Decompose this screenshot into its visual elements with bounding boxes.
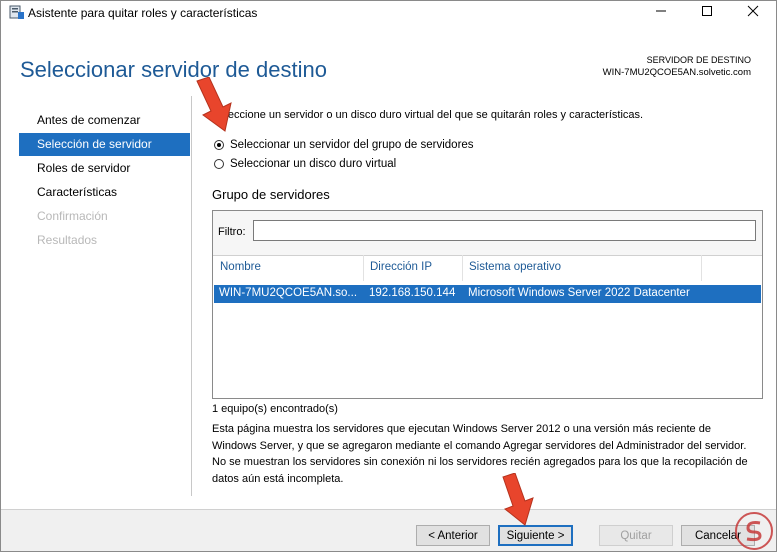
result-count: 1 equipo(s) encontrado(s)	[212, 403, 338, 415]
sidebar-item-resultados: Resultados	[37, 233, 98, 247]
annotation-arrow-icon	[495, 472, 541, 532]
server-pool-panel: Filtro: Nombre Dirección IP Sistema oper…	[212, 210, 763, 399]
sidebar-item-antes-de-comenzar[interactable]: Antes de comenzar	[19, 109, 190, 132]
column-header-ip[interactable]: Dirección IP	[370, 261, 432, 273]
wizard-window: Asistente para quitar roles y caracterís…	[0, 0, 777, 552]
back-button[interactable]: < Anterior	[416, 525, 490, 546]
radio-server-pool[interactable]: Seleccionar un servidor del grupo de ser…	[214, 137, 474, 153]
cell-ip: 192.168.150.144	[369, 287, 456, 299]
filter-bar: Filtro:	[213, 211, 762, 256]
radio-virtual-disk-label: Seleccionar un disco duro virtual	[230, 158, 397, 170]
page-title: Seleccionar servidor de destino	[20, 57, 327, 82]
column-header-sistema-operativo[interactable]: Sistema operativo	[469, 261, 561, 273]
maximize-button[interactable]	[684, 1, 730, 25]
server-pool-title: Grupo de servidores	[212, 187, 330, 202]
description-text: Seleccione un servidor o un disco duro v…	[212, 109, 644, 121]
close-icon	[747, 4, 759, 22]
server-manager-icon	[9, 5, 25, 20]
title-bar: Asistente para quitar roles y caracterís…	[1, 1, 776, 25]
remove-button: Quitar	[599, 525, 673, 546]
destination-server-name: WIN-7MU2QCOE5AN.solvetic.com	[602, 67, 751, 78]
cell-os: Microsoft Windows Server 2022 Datacenter	[468, 287, 690, 299]
sidebar-item-caracteristicas[interactable]: Características	[19, 181, 190, 204]
table-row[interactable]: WIN-7MU2QCOE5AN.so... 192.168.150.144 Mi…	[214, 285, 761, 303]
radio-virtual-disk[interactable]: Seleccionar un disco duro virtual	[214, 156, 396, 172]
sidebar-divider	[191, 96, 192, 496]
maximize-icon	[701, 4, 713, 22]
filter-input[interactable]	[253, 220, 756, 241]
column-separator[interactable]	[701, 255, 702, 281]
minimize-button[interactable]	[638, 1, 684, 25]
destination-server-label: SERVIDOR DE DESTINO	[646, 55, 751, 65]
filter-label: Filtro:	[218, 226, 246, 238]
column-separator[interactable]	[462, 255, 463, 281]
sidebar-item-roles-de-servidor[interactable]: Roles de servidor	[19, 157, 190, 180]
solvetic-logo-icon	[734, 511, 774, 551]
radio-server-pool-label: Seleccionar un servidor del grupo de ser…	[230, 139, 474, 151]
cell-name: WIN-7MU2QCOE5AN.so...	[219, 287, 358, 299]
window-title: Asistente para quitar roles y caracterís…	[28, 6, 258, 20]
sidebar-item-seleccion-de-servidor[interactable]: Selección de servidor	[19, 133, 190, 156]
column-header-nombre[interactable]: Nombre	[220, 261, 261, 273]
info-text: Esta página muestra los servidores que e…	[212, 423, 748, 485]
radio-button-unchecked[interactable]	[214, 159, 224, 169]
annotation-arrow-icon	[191, 76, 237, 138]
radio-button-checked[interactable]	[214, 140, 224, 150]
close-button[interactable]	[730, 1, 776, 25]
minimize-icon	[655, 4, 667, 22]
sidebar-item-confirmacion: Confirmación	[37, 209, 108, 223]
column-separator[interactable]	[363, 255, 364, 281]
